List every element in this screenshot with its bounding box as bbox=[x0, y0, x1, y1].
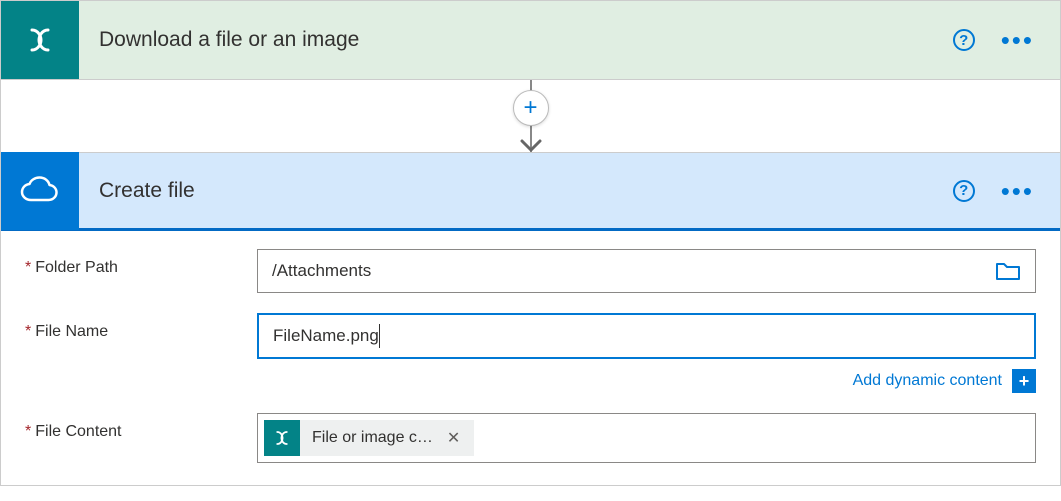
step-title: Create file bbox=[79, 179, 953, 203]
field-label: File Content bbox=[25, 413, 257, 441]
field-label: File Name bbox=[25, 313, 257, 341]
field-label: Folder Path bbox=[25, 249, 257, 277]
add-step-button[interactable]: + bbox=[513, 90, 549, 126]
field-row-folder-path: Folder Path /Attachments bbox=[25, 249, 1036, 293]
help-icon[interactable]: ? bbox=[953, 29, 975, 51]
add-dynamic-content-button[interactable]: + bbox=[1012, 369, 1036, 393]
step-create-file-header[interactable]: Create file ? ••• bbox=[1, 153, 1060, 231]
connector: + bbox=[0, 80, 1061, 152]
token-label: File or image c… bbox=[312, 429, 433, 447]
field-value: FileName.png bbox=[273, 326, 379, 346]
step-create-file-card: Create file ? ••• Folder Path /Attachmen… bbox=[0, 152, 1061, 486]
dataverse-icon bbox=[264, 420, 300, 456]
more-icon[interactable]: ••• bbox=[1001, 35, 1034, 45]
file-name-input[interactable]: FileName.png bbox=[257, 313, 1036, 359]
step-form: Folder Path /Attachments File Name FileN… bbox=[1, 231, 1060, 485]
text-caret bbox=[379, 324, 380, 348]
file-content-input[interactable]: File or image c… ✕ bbox=[257, 413, 1036, 463]
step-download-header[interactable]: Download a file or an image ? ••• bbox=[1, 1, 1060, 79]
step-title: Download a file or an image bbox=[79, 28, 953, 52]
folder-path-input[interactable]: /Attachments bbox=[257, 249, 1036, 293]
field-row-file-content: File Content File or image c… ✕ bbox=[25, 413, 1036, 463]
add-dynamic-content-link[interactable]: Add dynamic content bbox=[853, 372, 1002, 390]
folder-picker-icon[interactable] bbox=[995, 261, 1021, 281]
remove-token-button[interactable]: ✕ bbox=[443, 428, 464, 448]
field-row-file-name: File Name FileName.png Add dynamic conte… bbox=[25, 313, 1036, 393]
dataverse-icon bbox=[1, 1, 79, 79]
step-download-card: Download a file or an image ? ••• bbox=[0, 0, 1061, 80]
arrow-down-icon bbox=[520, 138, 542, 154]
help-icon[interactable]: ? bbox=[953, 180, 975, 202]
dynamic-content-token: File or image c… ✕ bbox=[264, 420, 474, 456]
more-icon[interactable]: ••• bbox=[1001, 186, 1034, 196]
onedrive-icon bbox=[1, 152, 79, 230]
field-value: /Attachments bbox=[272, 261, 995, 281]
